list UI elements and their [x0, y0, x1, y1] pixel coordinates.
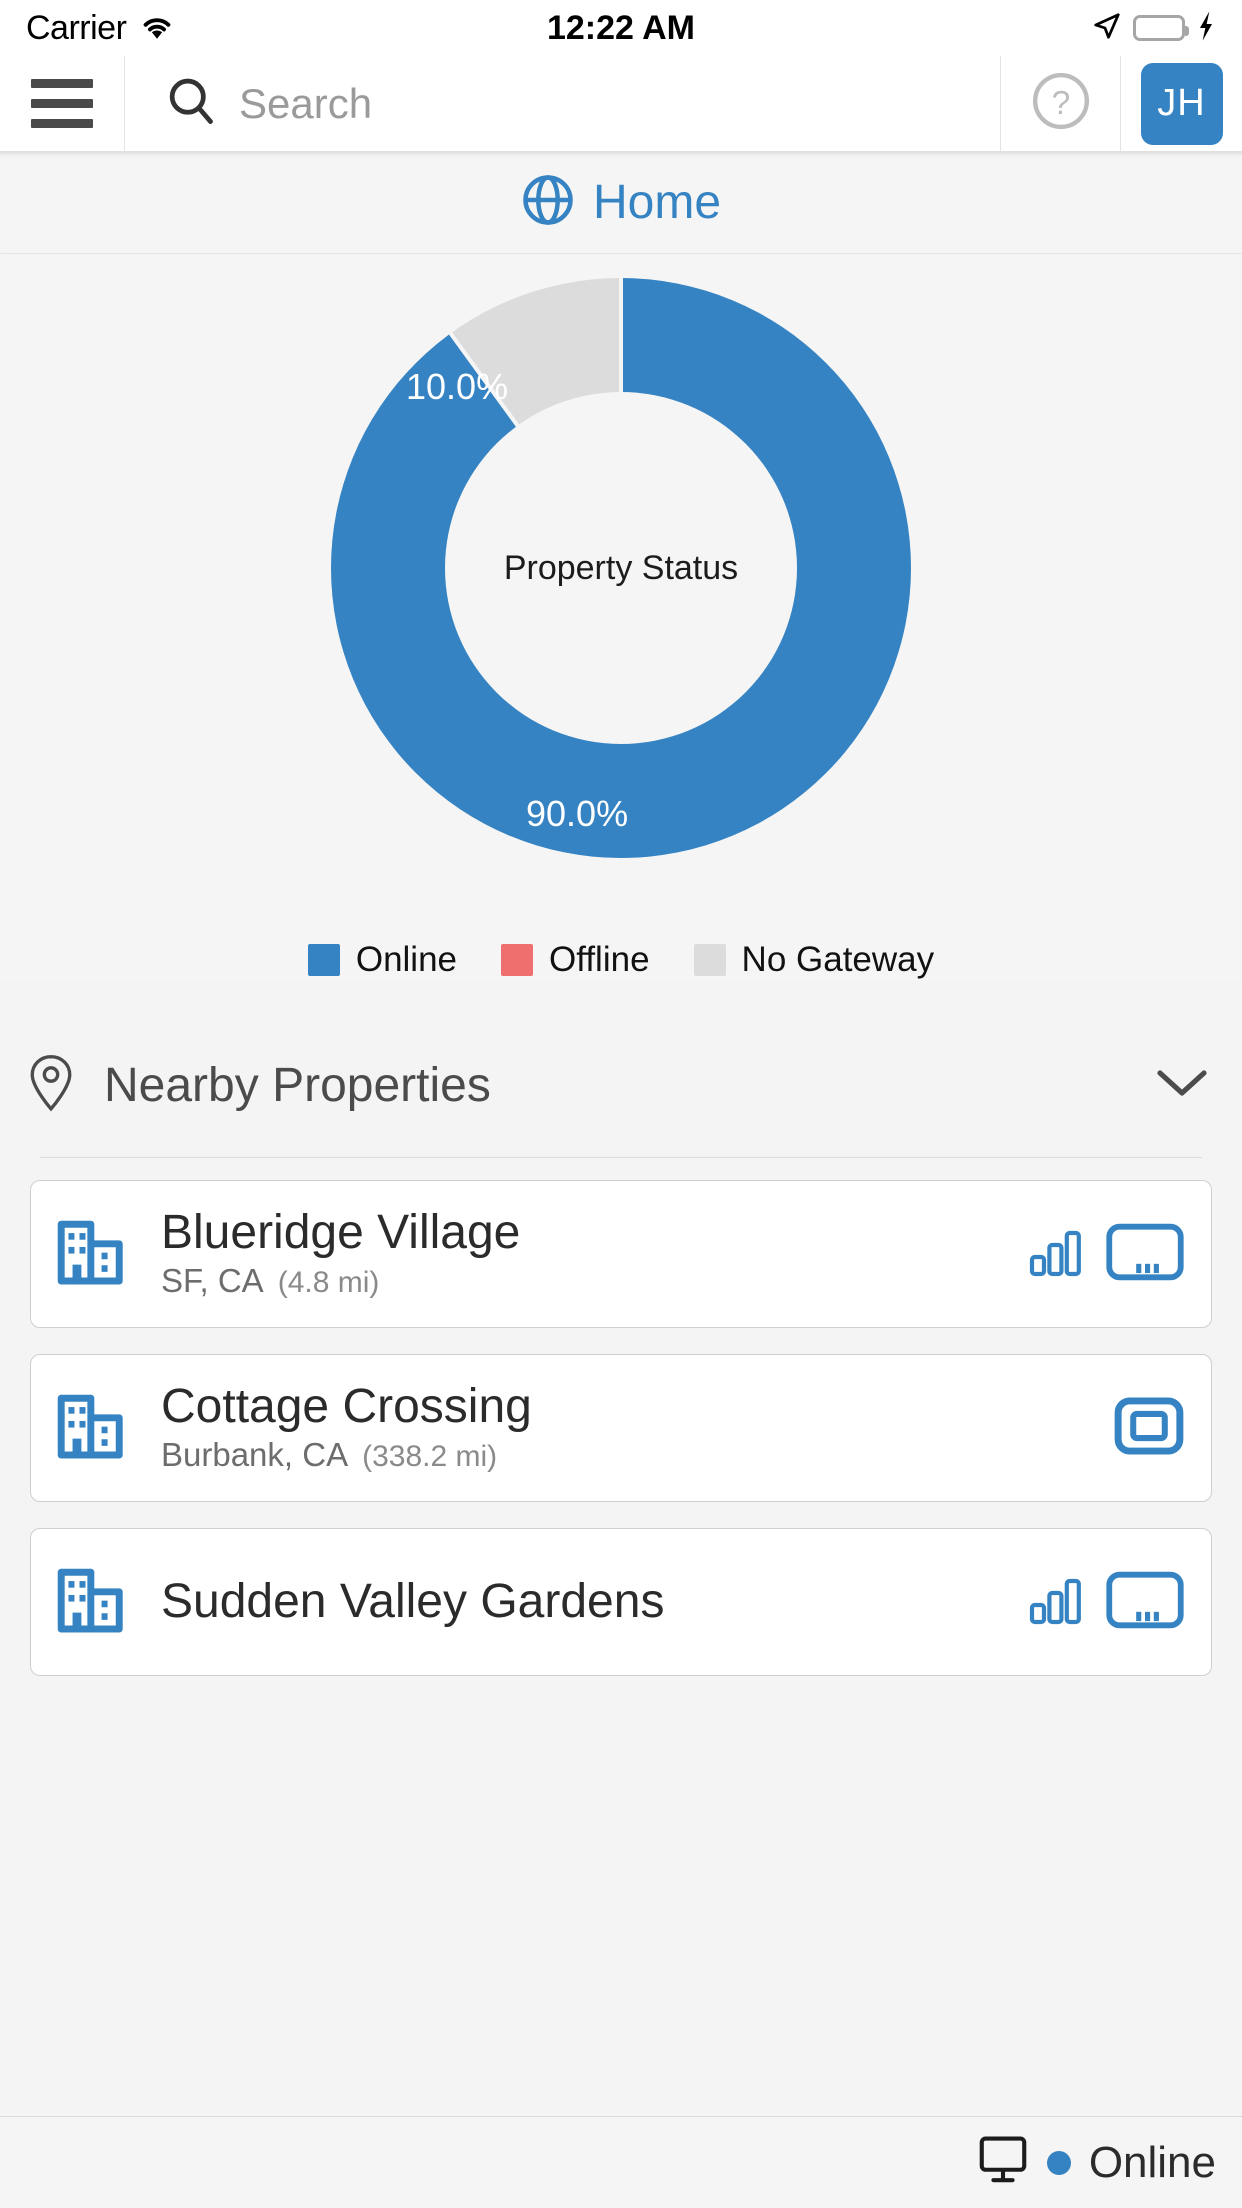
donut-center: Property Status: [445, 392, 797, 744]
property-meta: Burbank, CA (338.2 mi): [161, 1436, 1087, 1474]
legend-swatch-offline: [501, 944, 534, 976]
nearby-properties-list: Blueridge Village SF, CA (4.8 mi) Cottag…: [0, 1158, 1242, 1676]
legend-item-online[interactable]: Online: [307, 940, 458, 980]
property-info: Cottage Crossing Burbank, CA (338.2 mi): [161, 1379, 1087, 1474]
gateway-device-icon[interactable]: [1105, 1571, 1185, 1634]
signal-bars-icon[interactable]: [1029, 1227, 1085, 1282]
nearby-properties-header[interactable]: Nearby Properties: [0, 980, 1242, 1117]
gateway-device-icon[interactable]: [1105, 1223, 1185, 1286]
property-meta: SF, CA (4.8 mi): [161, 1262, 1003, 1300]
property-name: Cottage Crossing: [161, 1379, 532, 1433]
page-title-bar: Home: [0, 152, 1242, 254]
connection-status-bar: Online: [0, 2116, 1242, 2208]
help-button[interactable]: ?: [1000, 56, 1120, 151]
property-status-chart: Property Status 10.0% 90.0% Online Offli…: [0, 254, 1242, 980]
legend-item-no-gateway[interactable]: No Gateway: [693, 940, 935, 980]
avatar: JH: [1140, 62, 1223, 145]
chevron-down-icon[interactable]: [1156, 1066, 1208, 1105]
wifi-icon: [138, 11, 176, 46]
app-top-navigation: Search ? JH: [0, 56, 1242, 152]
hamburger-menu-icon[interactable]: [0, 56, 124, 151]
slice-separator-top: [619, 278, 623, 393]
status-bar-left: Carrier: [26, 9, 176, 48]
nearby-properties-title: Nearby Properties: [104, 1059, 491, 1112]
legend-item-offline[interactable]: Offline: [501, 940, 650, 980]
slice-label-no-gateway: 10.0%: [406, 366, 509, 407]
property-device-icons: [1113, 1396, 1185, 1460]
chart-legend: Online Offline No Gateway: [0, 898, 1242, 980]
search-input[interactable]: Search: [124, 56, 1000, 151]
legend-swatch-online: [307, 944, 340, 976]
svg-text:?: ?: [1051, 85, 1070, 122]
property-name: Blueridge Village: [161, 1205, 521, 1259]
property-distance: (338.2 mi): [362, 1440, 498, 1474]
thermostat-device-icon[interactable]: [1113, 1396, 1185, 1460]
building-icon: [53, 1559, 135, 1646]
slice-label-online: 90.0%: [526, 793, 629, 834]
search-icon: [165, 75, 217, 132]
property-info: Sudden Valley Gardens: [161, 1574, 1003, 1628]
property-location: Burbank, CA: [161, 1436, 349, 1474]
ios-status-bar: Carrier 12:22 AM: [0, 0, 1242, 56]
map-pin-icon: [26, 1054, 76, 1117]
table-row[interactable]: Sudden Valley Gardens: [30, 1528, 1212, 1676]
user-avatar-button[interactable]: JH: [1120, 56, 1242, 151]
status-badge: [1046, 2150, 1071, 2175]
carrier-label: Carrier: [26, 8, 127, 47]
search-placeholder: Search: [239, 79, 373, 127]
status-bar-time: 12:22 AM: [546, 8, 696, 47]
battery-full-icon: [1133, 15, 1189, 41]
property-device-icons: [1029, 1571, 1185, 1634]
property-info: Blueridge Village SF, CA (4.8 mi): [161, 1205, 1003, 1300]
connection-status-label: Online: [1088, 2137, 1216, 2187]
table-row[interactable]: Cottage Crossing Burbank, CA (338.2 mi): [30, 1354, 1212, 1502]
globe-icon: [521, 173, 575, 232]
question-circle-icon: ?: [1030, 70, 1092, 137]
signal-bars-icon[interactable]: [1029, 1575, 1085, 1630]
property-device-icons: [1029, 1223, 1185, 1286]
page-title: Home: [592, 176, 722, 229]
legend-swatch-no-gateway: [693, 944, 726, 976]
building-icon: [53, 1211, 135, 1298]
monitor-icon: [977, 2135, 1029, 2190]
property-location: SF, CA: [161, 1262, 264, 1300]
building-icon: [53, 1385, 135, 1472]
table-row[interactable]: Blueridge Village SF, CA (4.8 mi): [30, 1180, 1212, 1328]
status-bar-right: [1092, 10, 1216, 47]
lightning-bolt-icon: [1196, 10, 1216, 47]
location-arrow-icon: [1092, 10, 1122, 47]
legend-label-offline: Offline: [549, 940, 650, 979]
legend-label-no-gateway: No Gateway: [741, 940, 935, 979]
legend-label-online: Online: [355, 940, 458, 979]
donut-chart: Property Status 10.0% 90.0%: [0, 278, 1242, 898]
chart-center-label: Property Status: [503, 548, 739, 587]
property-name: Sudden Valley Gardens: [161, 1574, 665, 1628]
donut-ring: Property Status: [331, 278, 911, 858]
property-distance: (4.8 mi): [277, 1266, 380, 1300]
